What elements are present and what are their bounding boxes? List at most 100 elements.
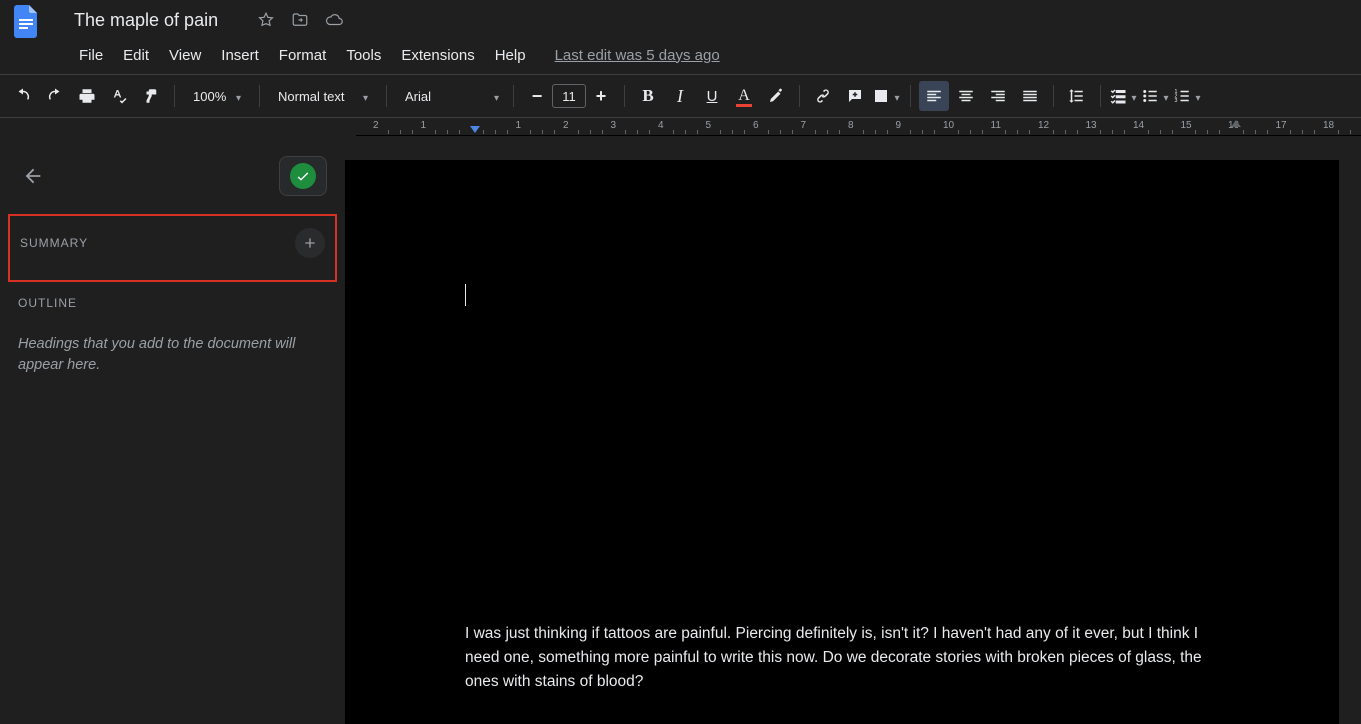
- spellcheck-button[interactable]: [104, 81, 134, 111]
- print-button[interactable]: [72, 81, 102, 111]
- menu-help[interactable]: Help: [486, 43, 535, 68]
- chevron-down-icon: [1195, 88, 1200, 104]
- highlight-color-button[interactable]: [761, 81, 791, 111]
- cloud-status-icon[interactable]: [320, 6, 348, 34]
- menu-extensions[interactable]: Extensions: [392, 43, 483, 68]
- underline-button[interactable]: U: [697, 81, 727, 111]
- toolbar-separator: [259, 85, 260, 107]
- align-justify-button[interactable]: [1015, 81, 1045, 111]
- left-indent-marker[interactable]: [470, 126, 480, 133]
- undo-button[interactable]: [8, 81, 38, 111]
- ruler-number: 10: [943, 120, 954, 131]
- ruler-number: 6: [753, 120, 759, 131]
- align-center-button[interactable]: [951, 81, 981, 111]
- horizontal-ruler[interactable]: 21123456789101112131415161718: [356, 118, 1361, 136]
- summary-label: SUMMARY: [20, 236, 88, 250]
- ruler-number: 12: [1038, 120, 1049, 131]
- last-edit-link[interactable]: Last edit was 5 days ago: [555, 47, 720, 64]
- toolbar-separator: [799, 85, 800, 107]
- chevron-down-icon: [363, 89, 368, 104]
- increase-font-size-button[interactable]: +: [586, 81, 616, 111]
- chevron-down-icon: [1163, 88, 1168, 104]
- font-size-group: − +: [522, 81, 616, 111]
- paint-format-button[interactable]: [136, 81, 166, 111]
- align-left-button[interactable]: [919, 81, 949, 111]
- chevron-down-icon: [894, 88, 899, 104]
- ruler-number: 5: [706, 120, 712, 131]
- font-family-value: Arial: [405, 89, 431, 104]
- zoom-dropdown[interactable]: 100%: [183, 81, 251, 111]
- font-size-input[interactable]: [552, 84, 586, 108]
- menu-bar: File Edit View Insert Format Tools Exten…: [0, 40, 1361, 70]
- insert-link-button[interactable]: [808, 81, 838, 111]
- outline-panel-top: [18, 156, 327, 196]
- document-title-input[interactable]: [66, 8, 246, 33]
- paragraph-style-dropdown[interactable]: Normal text: [268, 81, 378, 111]
- toolbar-separator: [1100, 85, 1101, 107]
- ruler-number: 17: [1276, 120, 1287, 131]
- star-icon[interactable]: [252, 6, 280, 34]
- ruler-number: 7: [801, 120, 807, 131]
- decrease-font-size-button[interactable]: −: [522, 81, 552, 111]
- menu-tools[interactable]: Tools: [337, 43, 390, 68]
- ruler-number: 18: [1323, 120, 1334, 131]
- chevron-down-icon: [1131, 88, 1136, 104]
- ruler-number: 11: [991, 120, 1001, 131]
- redo-button[interactable]: [40, 81, 70, 111]
- align-right-button[interactable]: [983, 81, 1013, 111]
- insert-image-button[interactable]: [872, 81, 902, 111]
- numbered-list-button[interactable]: 123: [1173, 81, 1203, 111]
- ruler-number: 9: [896, 120, 902, 131]
- italic-button[interactable]: I: [665, 81, 695, 111]
- ruler-number: 14: [1133, 120, 1144, 131]
- toolbar-separator: [174, 85, 175, 107]
- chevron-down-icon: [236, 89, 241, 104]
- menu-format[interactable]: Format: [270, 43, 336, 68]
- toolbar-separator: [624, 85, 625, 107]
- document-body-text[interactable]: I was just thinking if tattoos are painf…: [465, 622, 1221, 694]
- check-icon: [290, 163, 316, 189]
- toolbar-separator: [386, 85, 387, 107]
- menu-file[interactable]: File: [70, 43, 112, 68]
- add-comment-button[interactable]: [840, 81, 870, 111]
- checklist-button[interactable]: [1109, 81, 1139, 111]
- toolbar-separator: [1053, 85, 1054, 107]
- ruler-number: 1: [516, 120, 522, 131]
- ruler-number: 1: [421, 120, 427, 131]
- main-area: SUMMARY OUTLINE Headings that you add to…: [0, 136, 1361, 724]
- paragraph-style-value: Normal text: [278, 89, 344, 104]
- toolbar-separator: [513, 85, 514, 107]
- svg-text:3: 3: [1175, 98, 1178, 104]
- ruler-number: 2: [373, 120, 379, 131]
- menu-edit[interactable]: Edit: [114, 43, 158, 68]
- text-cursor: [465, 284, 466, 306]
- document-canvas[interactable]: I was just thinking if tattoos are painf…: [345, 136, 1361, 724]
- spelling-grammar-chip[interactable]: [279, 156, 327, 196]
- close-outline-button[interactable]: [18, 161, 48, 191]
- bulleted-list-button[interactable]: [1141, 81, 1171, 111]
- ruler-number: 13: [1086, 120, 1097, 131]
- title-bar: [0, 0, 1361, 40]
- line-spacing-button[interactable]: [1062, 81, 1092, 111]
- document-page[interactable]: I was just thinking if tattoos are painf…: [345, 160, 1339, 724]
- toolbar-separator: [910, 85, 911, 107]
- summary-section: SUMMARY: [8, 214, 337, 282]
- move-folder-icon[interactable]: [286, 6, 314, 34]
- docs-logo[interactable]: [6, 0, 46, 40]
- text-color-letter: A: [738, 87, 750, 105]
- font-family-dropdown[interactable]: Arial: [395, 81, 505, 111]
- ruler-number: 15: [1181, 120, 1192, 131]
- ruler-number: 8: [848, 120, 854, 131]
- text-color-button[interactable]: A: [729, 81, 759, 111]
- menu-insert[interactable]: Insert: [212, 43, 268, 68]
- bold-button[interactable]: B: [633, 81, 663, 111]
- ruler-number: 2: [563, 120, 569, 131]
- zoom-value: 100%: [193, 89, 226, 104]
- ruler-number: 4: [658, 120, 664, 131]
- outline-panel: SUMMARY OUTLINE Headings that you add to…: [0, 136, 345, 724]
- ruler-number: 3: [611, 120, 617, 131]
- right-indent-marker[interactable]: [1231, 120, 1241, 127]
- add-summary-button[interactable]: [295, 228, 325, 258]
- outline-label: OUTLINE: [18, 296, 327, 310]
- menu-view[interactable]: View: [160, 43, 210, 68]
